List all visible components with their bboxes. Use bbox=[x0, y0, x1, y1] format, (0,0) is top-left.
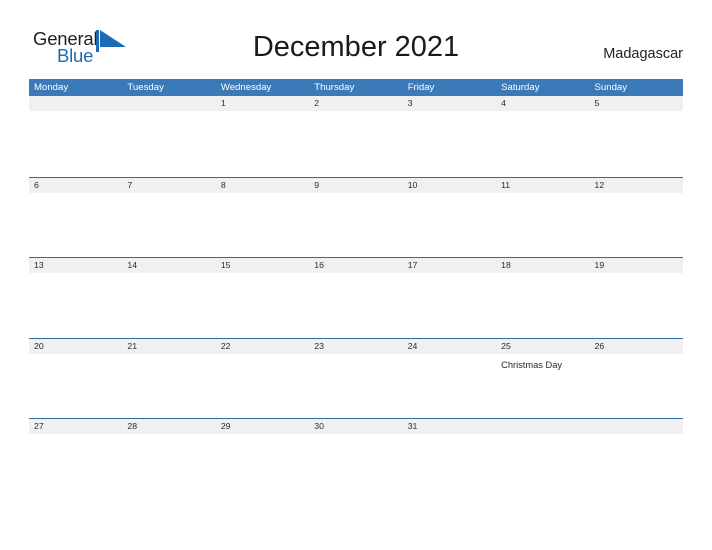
weekday-header-tuesday: Tuesday bbox=[127, 82, 164, 93]
weekday-header-wednesday: Wednesday bbox=[220, 82, 272, 93]
day-cell[interactable]: 23 bbox=[309, 339, 402, 420]
weekday-header-saturday: Saturday bbox=[501, 82, 540, 93]
day-number: 2 bbox=[314, 98, 320, 108]
day-cell[interactable]: 19 bbox=[590, 258, 683, 339]
day-number: 17 bbox=[407, 260, 418, 270]
day-number: 31 bbox=[407, 421, 418, 431]
country-label: Madagascar bbox=[603, 46, 683, 62]
day-cell[interactable]: 8 bbox=[216, 178, 309, 259]
day-number: 25 bbox=[501, 340, 511, 351]
day-number: 14 bbox=[127, 260, 138, 270]
day-cell[interactable]: 7 bbox=[122, 178, 215, 259]
day-cell[interactable]: 11 bbox=[496, 178, 589, 259]
calendar-grid: Monday Tuesday Wednesday Thursday Friday… bbox=[29, 79, 683, 499]
day-number: 18 bbox=[501, 260, 511, 270]
day-cell[interactable]: 4 bbox=[496, 96, 589, 177]
day-cell[interactable]: 29 bbox=[216, 419, 309, 500]
day-cell[interactable]: 10 bbox=[403, 178, 496, 259]
day-cell[interactable]: 18 bbox=[496, 258, 589, 339]
day-cell[interactable]: 21 bbox=[122, 339, 215, 420]
day-number: 16 bbox=[314, 260, 324, 270]
weekday-header-friday: Friday bbox=[407, 82, 435, 93]
day-number: 19 bbox=[594, 260, 605, 270]
day-number: 22 bbox=[220, 340, 231, 351]
day-number: 1 bbox=[220, 98, 226, 108]
day-number: 9 bbox=[314, 179, 320, 190]
day-cell[interactable]: 2 bbox=[309, 96, 402, 177]
day-cell[interactable]: 12 bbox=[590, 178, 683, 259]
day-cell[interactable]: 20 bbox=[29, 339, 122, 420]
day-cell-holiday[interactable]: 25 Christmas Day bbox=[496, 339, 589, 420]
week-row: 27 28 29 30 31 bbox=[29, 418, 683, 499]
day-number: 23 bbox=[314, 340, 324, 351]
day-cell[interactable]: 24 bbox=[403, 339, 496, 420]
day-number: 4 bbox=[501, 98, 506, 108]
day-number: 3 bbox=[407, 98, 413, 108]
day-cell[interactable]: 16 bbox=[309, 258, 402, 339]
day-number: 7 bbox=[127, 179, 133, 190]
day-cell[interactable]: 31 bbox=[403, 419, 496, 500]
page-header: General Blue December 2021 Madagascar bbox=[0, 0, 712, 78]
day-number: 27 bbox=[34, 421, 44, 431]
day-cell[interactable]: 6 bbox=[29, 178, 122, 259]
day-cell[interactable]: 5 bbox=[590, 96, 683, 177]
weekday-header-row: Monday Tuesday Wednesday Thursday Friday… bbox=[29, 79, 683, 96]
calendar-page: General Blue December 2021 Madagascar Mo… bbox=[0, 0, 712, 550]
day-cell[interactable]: 3 bbox=[403, 96, 496, 177]
day-cell[interactable]: 30 bbox=[309, 419, 402, 500]
day-cell[interactable]: 9 bbox=[309, 178, 402, 259]
weekday-header-monday: Monday bbox=[34, 82, 69, 93]
holiday-label: Christmas Day bbox=[501, 359, 563, 370]
day-cell[interactable] bbox=[29, 96, 122, 177]
day-cell[interactable]: 15 bbox=[216, 258, 309, 339]
day-number: 5 bbox=[594, 98, 600, 108]
day-cell[interactable]: 26 bbox=[590, 339, 683, 420]
week-row: 13 14 15 16 17 18 19 bbox=[29, 257, 683, 338]
day-cell[interactable] bbox=[590, 419, 683, 500]
week-row: 20 21 22 23 24 25 Christmas Day 26 bbox=[29, 337, 683, 420]
day-number: 15 bbox=[220, 260, 231, 270]
day-number: 21 bbox=[127, 340, 138, 351]
week-row: 1 2 3 4 5 bbox=[29, 96, 683, 177]
day-number: 24 bbox=[407, 340, 418, 351]
day-cell[interactable] bbox=[496, 419, 589, 500]
day-cell[interactable]: 17 bbox=[403, 258, 496, 339]
day-number: 28 bbox=[127, 421, 138, 431]
day-number: 10 bbox=[407, 179, 418, 190]
day-number: 26 bbox=[594, 340, 605, 351]
day-number: 8 bbox=[220, 179, 226, 190]
day-cell[interactable]: 13 bbox=[29, 258, 122, 339]
day-cell[interactable] bbox=[122, 96, 215, 177]
day-cell[interactable]: 1 bbox=[216, 96, 309, 177]
day-number: 30 bbox=[314, 421, 324, 431]
day-number: 11 bbox=[501, 179, 511, 190]
day-number: 12 bbox=[594, 179, 605, 190]
day-cell[interactable]: 28 bbox=[122, 419, 215, 500]
week-row: 6 7 8 9 10 11 12 bbox=[29, 176, 683, 259]
day-number: 29 bbox=[220, 421, 231, 431]
weekday-header-thursday: Thursday bbox=[314, 82, 355, 93]
weekday-header-sunday: Sunday bbox=[594, 82, 628, 93]
day-cell[interactable]: 22 bbox=[216, 339, 309, 420]
day-cell[interactable]: 14 bbox=[122, 258, 215, 339]
day-number: 13 bbox=[34, 260, 44, 270]
day-number: 20 bbox=[34, 340, 44, 351]
day-cell[interactable]: 27 bbox=[29, 419, 122, 500]
day-number: 6 bbox=[34, 179, 39, 190]
